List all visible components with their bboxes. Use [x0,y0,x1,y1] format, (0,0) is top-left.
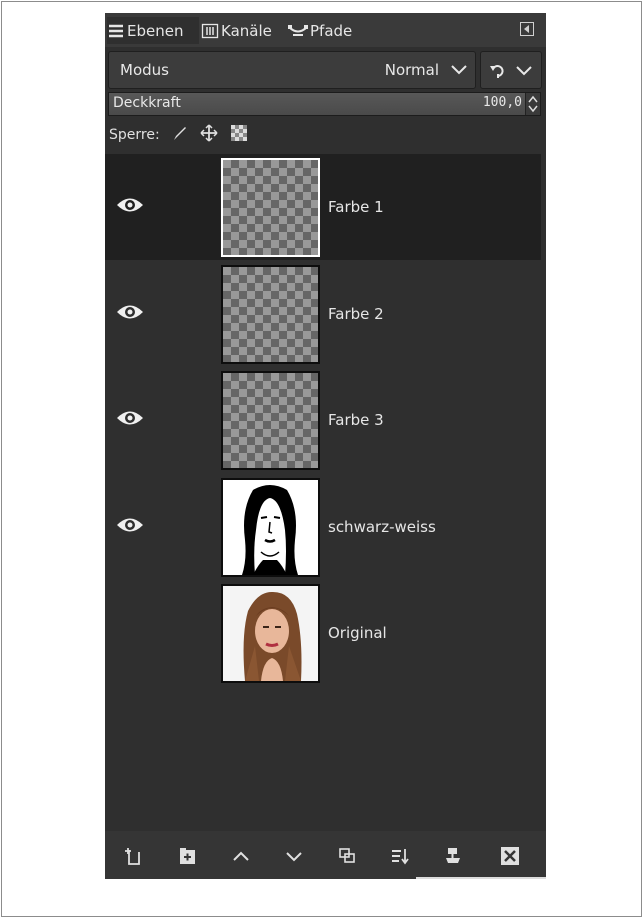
chevron-down-icon [451,65,467,75]
dock-tabbar: Ebenen Kanäle Pfade [105,13,546,47]
tab-layers-label: Ebenen [127,21,184,40]
paths-icon [288,24,308,36]
mode-select[interactable]: Modus Normal [108,51,476,89]
new-layer-icon[interactable] [123,846,143,866]
bw-portrait-image [223,480,318,575]
color-portrait-image [223,586,318,681]
lock-label: Sperre: [109,127,160,143]
layer-row[interactable]: Farbe 1 [105,154,541,260]
duplicate-layer-icon[interactable] [337,846,357,866]
blend-space-button[interactable] [480,51,542,89]
tab-channels-label: Kanäle [221,21,272,40]
lower-layer-icon[interactable] [284,846,304,866]
bottom-edge-strip [416,877,546,879]
merge-down-icon[interactable] [390,846,410,866]
lock-alpha-icon[interactable] [230,124,248,146]
mode-value: Normal [384,61,439,79]
layer-name[interactable]: Farbe 1 [328,198,384,216]
eye-icon[interactable] [115,195,145,215]
new-group-icon[interactable] [178,846,198,866]
opacity-value: 100,0 [482,95,522,110]
chevron-down-icon [516,66,532,76]
layer-thumbnail[interactable] [221,584,320,683]
anchor-layer-icon[interactable] [443,846,463,866]
layer-row[interactable]: Original [105,580,541,686]
layer-thumbnail[interactable] [221,371,320,470]
tab-paths-label: Pfade [310,21,353,40]
eye-icon[interactable] [115,302,145,322]
blend-switch-icon [490,65,504,78]
layer-row[interactable]: Farbe 3 [105,367,541,473]
spin-arrows-icon [528,95,538,113]
eye-icon[interactable] [115,515,145,535]
layer-thumbnail[interactable] [221,158,320,257]
layer-thumbnail[interactable] [221,265,320,364]
tab-paths[interactable]: Pfade [288,17,364,44]
layer-thumbnail[interactable] [221,478,320,577]
mode-label: Modus [120,61,169,79]
opacity-spin-button[interactable] [525,93,540,115]
opacity-label: Deckkraft [113,95,181,111]
tab-layers[interactable]: Ebenen [107,17,199,44]
channels-icon [201,23,219,38]
layer-name[interactable]: Farbe 2 [328,305,384,323]
delete-layer-icon[interactable] [500,846,520,866]
raise-layer-icon[interactable] [231,846,251,866]
lock-position-icon[interactable] [200,124,218,146]
lock-pixels-icon[interactable] [172,125,188,145]
layer-name[interactable]: schwarz-weiss [328,518,436,536]
lock-row: Sperre: [109,123,248,147]
tab-channels[interactable]: Kanäle [201,17,283,44]
eye-icon[interactable] [115,408,145,428]
layer-row[interactable]: Farbe 2 [105,261,541,367]
layers-icon [109,24,123,37]
layer-name[interactable]: Farbe 3 [328,411,384,429]
layers-dock: Ebenen Kanäle Pfade Modus Normal Deckkra… [105,13,546,879]
layers-toolbar [105,831,546,879]
layer-name[interactable]: Original [328,624,387,642]
opacity-slider[interactable]: Deckkraft 100,0 [108,92,541,116]
layer-row[interactable]: schwarz-weiss [105,474,541,580]
dock-menu-icon[interactable] [520,22,534,36]
